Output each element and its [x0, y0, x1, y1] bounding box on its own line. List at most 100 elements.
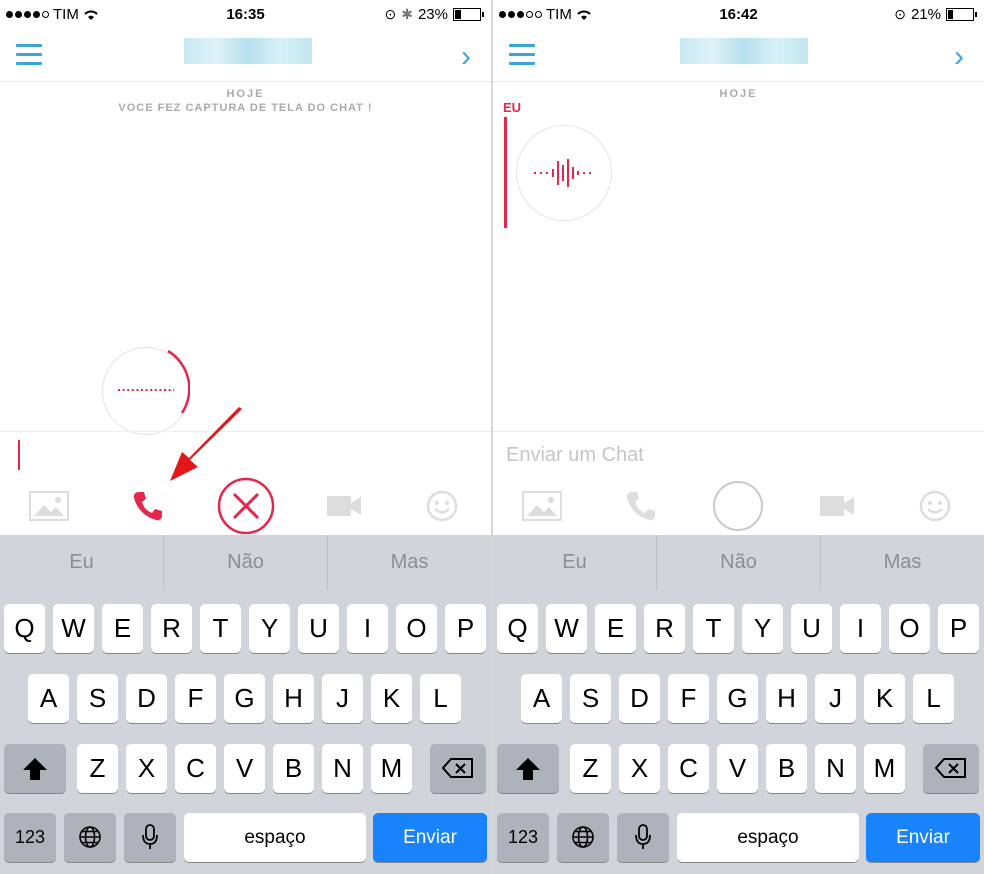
battery-percent: 21%: [910, 6, 941, 23]
send-key[interactable]: Enviar: [866, 813, 980, 862]
orientation-lock-icon: ⊙: [894, 6, 906, 22]
record-button[interactable]: [713, 481, 763, 531]
key-m[interactable]: M: [864, 744, 905, 793]
key-m[interactable]: M: [371, 744, 412, 793]
key-j[interactable]: J: [322, 674, 363, 723]
backspace-key[interactable]: [923, 744, 979, 793]
dictation-key[interactable]: [124, 813, 176, 862]
image-icon[interactable]: [28, 483, 70, 529]
emoji-icon[interactable]: [426, 483, 458, 529]
video-icon[interactable]: [818, 483, 856, 529]
suggestion-eu[interactable]: Eu: [0, 535, 164, 589]
shift-icon: [516, 758, 540, 780]
key-u[interactable]: U: [298, 604, 339, 653]
key-o[interactable]: O: [889, 604, 930, 653]
key-k[interactable]: K: [371, 674, 412, 723]
numbers-key[interactable]: 123: [497, 813, 549, 862]
key-o[interactable]: O: [396, 604, 437, 653]
key-b[interactable]: B: [766, 744, 807, 793]
key-h[interactable]: H: [273, 674, 314, 723]
cancel-icon[interactable]: [213, 477, 279, 535]
key-k[interactable]: K: [864, 674, 905, 723]
key-i[interactable]: I: [347, 604, 388, 653]
key-h[interactable]: H: [766, 674, 807, 723]
key-v[interactable]: V: [717, 744, 758, 793]
key-y[interactable]: Y: [249, 604, 290, 653]
key-g[interactable]: G: [717, 674, 758, 723]
key-s[interactable]: S: [77, 674, 118, 723]
key-a[interactable]: A: [28, 674, 69, 723]
shift-icon: [23, 758, 47, 780]
chevron-right-icon[interactable]: ›: [954, 40, 964, 74]
key-l[interactable]: L: [420, 674, 461, 723]
key-r[interactable]: R: [151, 604, 192, 653]
key-l[interactable]: L: [913, 674, 954, 723]
key-n[interactable]: N: [815, 744, 856, 793]
space-key[interactable]: espaço: [184, 813, 366, 862]
key-j[interactable]: J: [815, 674, 856, 723]
key-c[interactable]: C: [668, 744, 709, 793]
space-key[interactable]: espaço: [677, 813, 859, 862]
globe-key[interactable]: [557, 813, 609, 862]
key-r[interactable]: R: [644, 604, 685, 653]
key-a[interactable]: A: [521, 674, 562, 723]
key-c[interactable]: C: [175, 744, 216, 793]
phone-icon[interactable]: [128, 483, 168, 529]
day-label: HOJE: [226, 88, 265, 100]
key-q[interactable]: Q: [4, 604, 45, 653]
word-suggestions: Eu Não Mas: [0, 535, 491, 589]
phone-icon[interactable]: [621, 483, 661, 529]
key-u[interactable]: U: [791, 604, 832, 653]
image-icon[interactable]: [521, 483, 563, 529]
sender-label: EU: [503, 100, 522, 115]
video-icon[interactable]: [325, 483, 363, 529]
globe-key[interactable]: [64, 813, 116, 862]
menu-icon[interactable]: [16, 44, 42, 66]
key-p[interactable]: P: [445, 604, 486, 653]
suggestion-mas[interactable]: Mas: [821, 535, 984, 589]
key-f[interactable]: F: [175, 674, 216, 723]
key-y[interactable]: Y: [742, 604, 783, 653]
key-n[interactable]: N: [322, 744, 363, 793]
numbers-key[interactable]: 123: [4, 813, 56, 862]
key-b[interactable]: B: [273, 744, 314, 793]
chevron-right-icon[interactable]: ›: [461, 40, 471, 74]
key-e[interactable]: E: [102, 604, 143, 653]
key-w[interactable]: W: [53, 604, 94, 653]
key-v[interactable]: V: [224, 744, 265, 793]
key-x[interactable]: X: [126, 744, 167, 793]
shift-key[interactable]: [4, 744, 66, 793]
suggestion-eu[interactable]: Eu: [493, 535, 657, 589]
key-z[interactable]: Z: [570, 744, 611, 793]
key-f[interactable]: F: [668, 674, 709, 723]
send-key[interactable]: Enviar: [373, 813, 487, 862]
key-g[interactable]: G: [224, 674, 265, 723]
key-e[interactable]: E: [595, 604, 636, 653]
keyboard: Q W E R T Y U I O P A S D F G H J K L Z X C V B N M 123 espaço Envia…: [0, 589, 491, 874]
voice-message[interactable]: [516, 125, 612, 221]
contact-name-blurred: [184, 38, 312, 64]
key-x[interactable]: X: [619, 744, 660, 793]
microphone-icon: [142, 824, 158, 849]
key-z[interactable]: Z: [77, 744, 118, 793]
chat-header: ›: [0, 30, 491, 82]
menu-icon[interactable]: [509, 44, 535, 66]
battery-icon: [946, 8, 977, 21]
shift-key[interactable]: [497, 744, 559, 793]
emoji-icon[interactable]: [919, 483, 951, 529]
key-w[interactable]: W: [546, 604, 587, 653]
key-i[interactable]: I: [840, 604, 881, 653]
key-d[interactable]: D: [619, 674, 660, 723]
key-t[interactable]: T: [200, 604, 241, 653]
key-s[interactable]: S: [570, 674, 611, 723]
chat-input[interactable]: Enviar um Chat: [493, 431, 984, 477]
backspace-key[interactable]: [430, 744, 486, 793]
dictation-key[interactable]: [617, 813, 669, 862]
key-q[interactable]: Q: [497, 604, 538, 653]
key-p[interactable]: P: [938, 604, 979, 653]
key-d[interactable]: D: [126, 674, 167, 723]
key-t[interactable]: T: [693, 604, 734, 653]
suggestion-mas[interactable]: Mas: [328, 535, 491, 589]
suggestion-nao[interactable]: Não: [657, 535, 821, 589]
suggestion-nao[interactable]: Não: [164, 535, 328, 589]
